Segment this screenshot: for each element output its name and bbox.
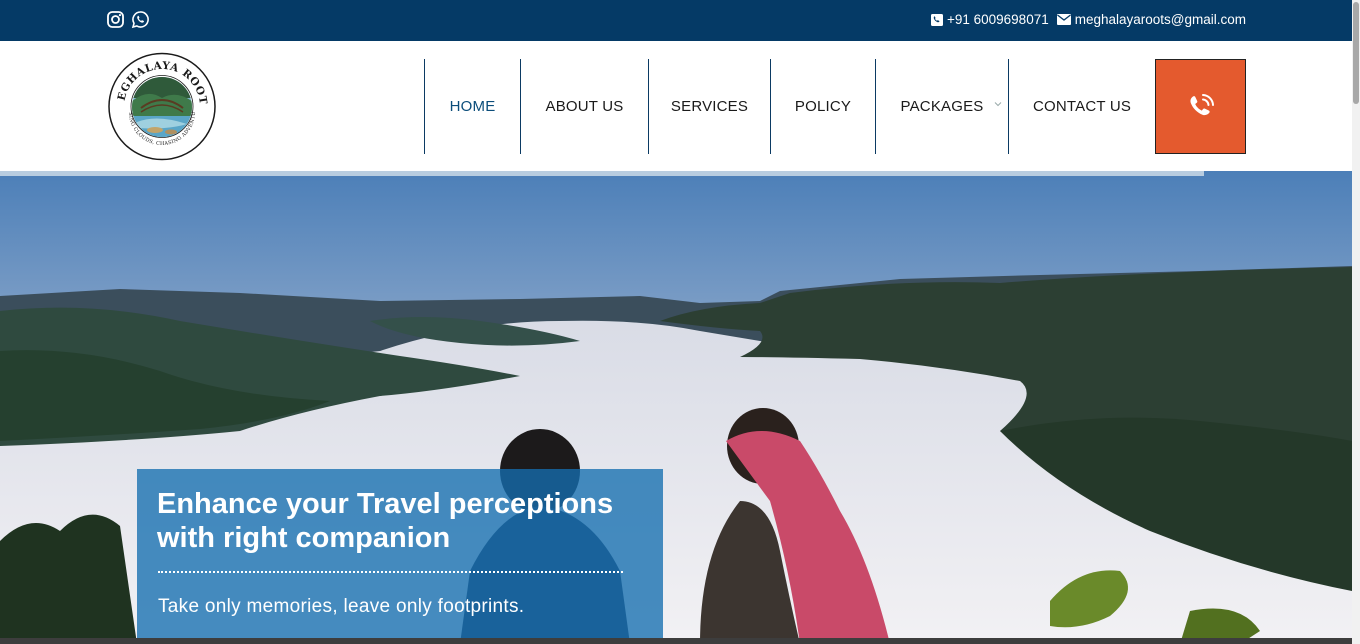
phone-icon [930, 13, 943, 26]
hero-heading: Enhance your Travel perceptions with rig… [157, 488, 614, 554]
site-header: MEGHALAYA ROOTS CHASING CLOUDS, CHASING … [0, 41, 1352, 171]
nav-home-label: HOME [449, 98, 496, 115]
email-address[interactable]: meghalayaroots@gmail.com [1075, 12, 1246, 27]
nav-contact-us[interactable]: CONTACT US [1008, 59, 1155, 154]
nav-contact-us-label: CONTACT US [1032, 98, 1132, 115]
hero-caption-box: Enhance your Travel perceptions with rig… [137, 469, 663, 644]
hero-subtext: Take only memories, leave only footprint… [158, 596, 525, 617]
caption-divider [158, 571, 623, 573]
scrollbar-thumb[interactable] [1353, 2, 1359, 104]
nav-home[interactable]: HOME [424, 59, 520, 154]
nav-packages-label: PACKAGES [900, 98, 984, 115]
main-nav: HOME ABOUT US SERVICES POLICY PACKAGES C… [424, 59, 1155, 154]
top-bar: +91 6009698071 meghalayaroots@gmail.com [0, 0, 1352, 41]
phone-call-icon [1189, 93, 1214, 115]
instagram-icon[interactable] [106, 10, 125, 29]
nav-packages[interactable]: PACKAGES [875, 59, 1008, 154]
header-bottom-strip [0, 171, 1204, 176]
nav-about-us-label: ABOUT US [545, 98, 624, 115]
nav-policy-label: POLICY [794, 98, 852, 115]
nav-policy[interactable]: POLICY [770, 59, 875, 154]
bottom-edge-bar [0, 638, 1352, 644]
chevron-down-icon [994, 102, 1002, 107]
site-logo[interactable]: MEGHALAYA ROOTS CHASING CLOUDS, CHASING … [101, 43, 217, 161]
nav-about-us[interactable]: ABOUT US [520, 59, 648, 154]
nav-services-label: SERVICES [670, 98, 749, 115]
call-button[interactable] [1155, 59, 1246, 154]
hero-section: Enhance your Travel perceptions with rig… [0, 171, 1352, 644]
envelope-icon [1056, 14, 1071, 25]
nav-services[interactable]: SERVICES [648, 59, 770, 154]
page-scrollbar[interactable] [1352, 0, 1360, 644]
phone-number[interactable]: +91 6009698071 [947, 12, 1049, 27]
contact-info: +91 6009698071 meghalayaroots@gmail.com [930, 12, 1246, 27]
social-links [106, 10, 150, 29]
whatsapp-icon[interactable] [131, 10, 150, 29]
